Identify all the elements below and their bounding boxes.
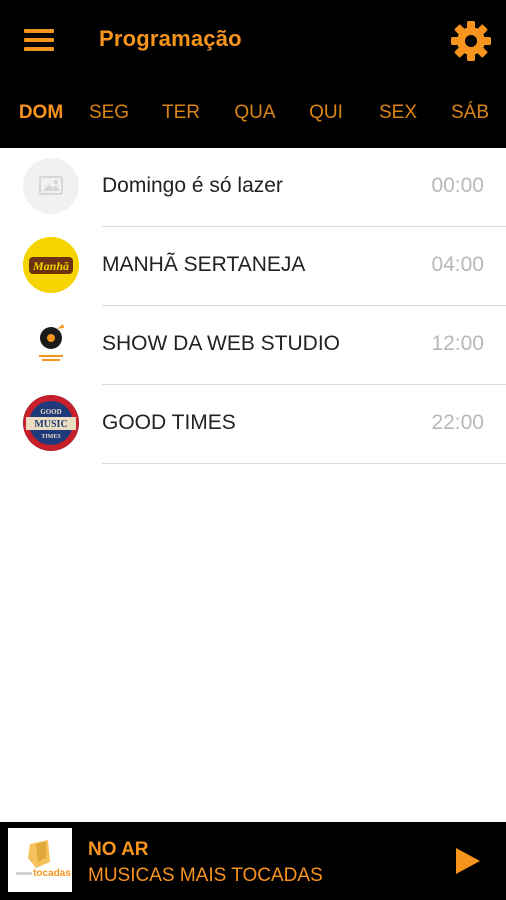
play-icon[interactable] bbox=[450, 844, 484, 878]
toolbar: Programação bbox=[0, 0, 506, 84]
gear-icon[interactable] bbox=[448, 18, 494, 64]
program-name: SHOW DA WEB STUDIO bbox=[102, 332, 341, 355]
tab-seg[interactable]: SEG bbox=[76, 92, 142, 138]
now-playing-title: MUSICAS MAIS TOCADAS bbox=[88, 865, 323, 886]
logo-text: tocadas bbox=[33, 868, 71, 879]
program-time: 04:00 bbox=[431, 253, 484, 276]
tab-qui[interactable]: QUI bbox=[293, 92, 359, 138]
tab-sab[interactable]: SÁB bbox=[437, 92, 503, 138]
manha-sertaneja-logo: Manhã bbox=[23, 237, 79, 293]
day-tabs: DOM SEG TER QUA QUI SEX SÁB bbox=[0, 92, 506, 138]
menu-icon[interactable] bbox=[22, 26, 56, 54]
program-time: 00:00 bbox=[431, 174, 484, 197]
program-row[interactable]: Manhã MANHÃ SERTANEJA 04:00 bbox=[0, 227, 506, 306]
tab-dom[interactable]: DOM bbox=[8, 92, 74, 138]
logo-text: Manhã bbox=[32, 259, 69, 273]
program-time: 12:00 bbox=[431, 332, 484, 355]
tab-sex[interactable]: SEX bbox=[365, 92, 431, 138]
musicas-mais-tocadas-logo: tocadas bbox=[8, 828, 72, 892]
program-name: GOOD TIMES bbox=[102, 411, 236, 434]
row-divider bbox=[102, 463, 506, 464]
tab-qua[interactable]: QUA bbox=[222, 92, 288, 138]
program-row[interactable]: Domingo é só lazer 00:00 bbox=[0, 148, 506, 227]
app-bar: Programação DOM SEG TER QUA QUI SEX SÁB bbox=[0, 0, 506, 148]
program-row[interactable]: SHOW DA WEB STUDIO 12:00 bbox=[0, 306, 506, 385]
tab-ter[interactable]: TER bbox=[148, 92, 214, 138]
web-studio-logo bbox=[23, 316, 79, 372]
logo-text: TIMES bbox=[41, 434, 61, 440]
program-name: Domingo é só lazer bbox=[102, 174, 283, 197]
logo-text: GOOD bbox=[40, 408, 61, 416]
mini-player[interactable]: tocadas NO AR MUSICAS MAIS TOCADAS bbox=[0, 822, 506, 900]
program-time: 22:00 bbox=[431, 411, 484, 434]
program-name: MANHÃ SERTANEJA bbox=[102, 253, 306, 276]
logo-text: MUSIC bbox=[34, 419, 67, 430]
program-row[interactable]: GOOD MUSIC TIMES GOOD TIMES 22:00 bbox=[0, 385, 506, 464]
live-status-label: NO AR bbox=[88, 839, 149, 860]
good-music-times-logo: GOOD MUSIC TIMES bbox=[23, 395, 79, 451]
page-title: Programação bbox=[99, 26, 242, 51]
image-placeholder-icon bbox=[23, 158, 79, 214]
